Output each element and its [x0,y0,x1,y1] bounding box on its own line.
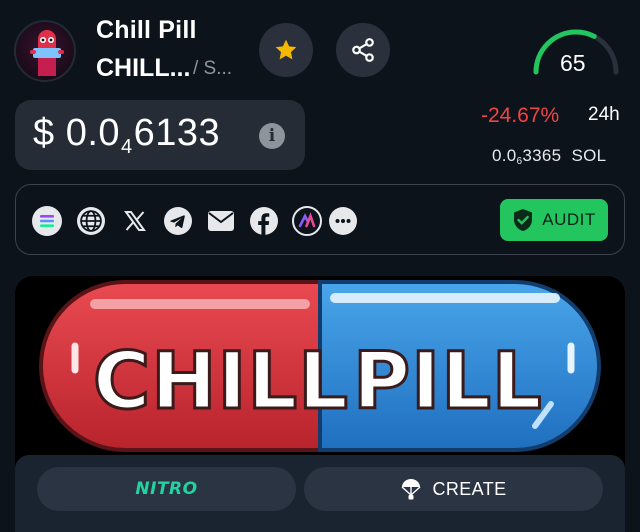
parachute-icon [401,479,421,500]
token-chain: / S... [193,58,233,79]
share-button[interactable] [336,23,390,77]
price-zero-count: 4 [121,135,133,158]
create-label: CREATE [432,478,507,499]
more-icon[interactable] [328,206,358,236]
token-symbol: CHILL... [96,54,191,82]
audit-button[interactable]: AUDIT [500,199,608,241]
banner-word-left: CHILL [93,337,349,427]
token-avatar[interactable] [14,20,76,82]
nitro-button[interactable]: NITRO [37,467,296,511]
price-change: -24.67% [481,104,560,127]
solana-icon[interactable] [32,206,62,236]
info-icon[interactable]: i [259,123,285,149]
sol-price: 0.063365 SOL [492,146,607,167]
nitro-label: NITRO [135,479,198,499]
globe-icon[interactable] [76,206,106,236]
chill-pill-logo-icon [30,30,64,76]
facebook-icon[interactable] [249,206,279,236]
shield-check-icon [514,209,533,231]
audit-label: AUDIT [542,210,596,229]
favorite-button[interactable] [259,23,313,77]
token-name: Chill Pill [96,16,197,44]
price-box: $ 0.046133 i [15,100,305,170]
share-icon [352,38,374,62]
social-links-bar: AUDIT [15,184,625,255]
banner-word-right: PILL [353,337,543,427]
x-icon[interactable] [120,206,150,236]
price-value: $ 0.046133 [33,111,221,158]
mail-icon[interactable] [206,206,236,236]
app-logo-icon[interactable] [292,206,322,236]
telegram-icon[interactable] [163,206,193,236]
bottom-action-bar: NITRO CREATE [15,455,625,532]
create-button[interactable]: CREATE [304,467,603,511]
star-icon [275,39,297,60]
price-change-period: 24h [588,104,620,125]
score-value: 65 [560,50,586,76]
